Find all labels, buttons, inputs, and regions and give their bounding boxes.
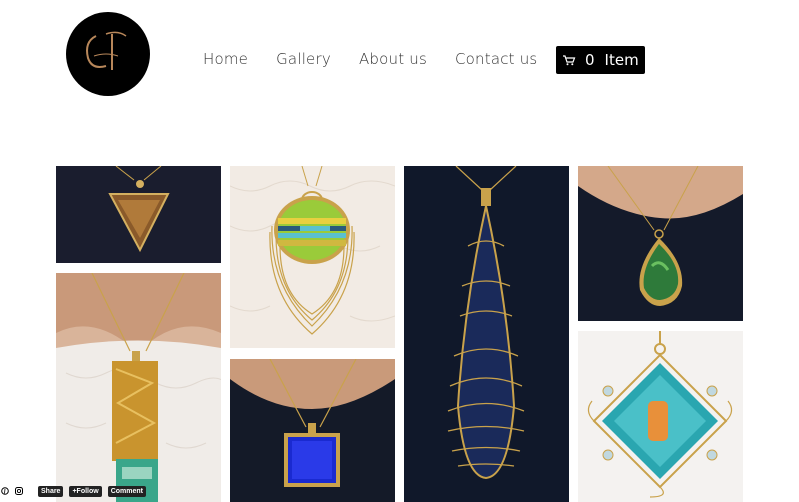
main-nav: Home Gallery About us Contact us: [203, 47, 565, 71]
tigers-eye-pendant-image: [56, 166, 221, 263]
nav-home[interactable]: Home: [203, 47, 248, 71]
share-button[interactable]: Share: [38, 485, 64, 497]
gallery-photo-gold-foil-bar[interactable]: [56, 273, 221, 502]
gallery-photo-striped-glass[interactable]: [230, 166, 395, 348]
social-bar: Share +Follow Comment: [0, 484, 146, 498]
logo-monogram-icon: [86, 31, 127, 70]
gallery-photo-tigers-eye[interactable]: [56, 166, 221, 263]
instagram-icon[interactable]: [14, 486, 24, 496]
blue-square-pendant-image: [230, 359, 395, 502]
cart-label: Item: [604, 51, 639, 69]
comment-button[interactable]: Comment: [107, 485, 146, 497]
cart-button[interactable]: 0 Item: [556, 46, 645, 74]
gallery-photo-blue-square[interactable]: [230, 359, 395, 502]
gallery-photo-long-wire-teardrop[interactable]: [404, 166, 569, 502]
gallery-photo-green-glass[interactable]: [578, 166, 743, 321]
gold-foil-bar-pendant-image: [56, 273, 221, 502]
cart-count: 0: [585, 51, 595, 69]
follow-button[interactable]: +Follow: [69, 485, 102, 497]
long-wire-teardrop-pendant-image: [404, 166, 569, 502]
green-glass-pendant-image: [578, 166, 743, 321]
site-logo[interactable]: [66, 12, 150, 96]
nav-contact-us[interactable]: Contact us: [455, 47, 537, 71]
nav-gallery[interactable]: Gallery: [276, 47, 331, 71]
pinterest-icon[interactable]: [0, 486, 10, 496]
cart-icon: [563, 55, 576, 66]
turquoise-diamond-pendant-image: [578, 331, 743, 502]
striped-glass-pendant-image: [230, 166, 395, 348]
gallery-photo-turquoise-diamond[interactable]: [578, 331, 743, 502]
nav-about-us[interactable]: About us: [359, 47, 427, 71]
